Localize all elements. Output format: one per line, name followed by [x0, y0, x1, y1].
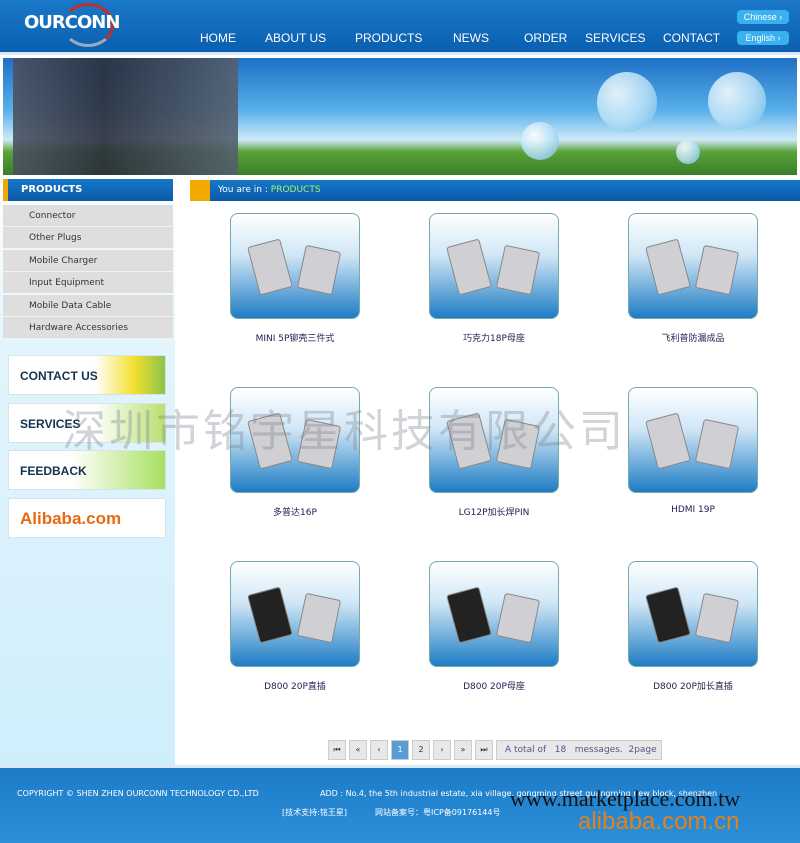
breadcrumb-current[interactable]: PRODUCTS [271, 185, 321, 195]
bubble-image [597, 72, 657, 132]
connector-part [296, 418, 342, 470]
product-name[interactable]: LG12P加长焊PIN [394, 505, 594, 518]
bubble-image [708, 72, 766, 130]
connector-part [446, 586, 492, 644]
hero-banner [3, 58, 797, 175]
connector-part [446, 412, 492, 470]
product-name[interactable]: 巧克力18P母座 [394, 331, 594, 344]
lang-english-button[interactable]: English › [737, 31, 789, 45]
footer: COPYRIGHT © SHEN ZHEN OURCONN TECHNOLOGY… [0, 765, 800, 843]
feedback-banner[interactable]: FEEDBACK [8, 450, 166, 490]
product-image[interactable] [429, 561, 559, 667]
connector-part [495, 592, 541, 644]
product-name[interactable]: MINI 5P铆壳三件式 [195, 331, 395, 344]
lang-label: English [745, 33, 776, 43]
sidebar: PRODUCTS Connector Other Plugs Mobile Ch… [0, 175, 175, 765]
connector-part [645, 586, 691, 644]
product-name[interactable]: D800 20P加长直插 [593, 679, 793, 692]
page-last-button[interactable]: ⏭ [475, 740, 493, 760]
tech-support-link[interactable]: [技术支持:铭王星] [282, 807, 347, 818]
sidebar-title: PRODUCTS [3, 179, 173, 201]
business-people-image [13, 58, 238, 175]
nav-products[interactable]: PRODUCTS [355, 31, 422, 45]
nav-contact[interactable]: CONTACT [663, 31, 720, 45]
product-image[interactable] [628, 213, 758, 319]
connector-part [446, 238, 492, 296]
lang-label: Chinese [743, 12, 777, 22]
product-image[interactable] [429, 213, 559, 319]
product-image[interactable] [628, 561, 758, 667]
connector-part [645, 238, 691, 296]
bubble-image [676, 140, 700, 164]
page-prev-button[interactable]: ‹ [370, 740, 388, 760]
sidebar-item-connector[interactable]: Connector [3, 205, 173, 227]
connector-part [495, 244, 541, 296]
connector-part [296, 244, 342, 296]
breadcrumb: You are in : PRODUCTS [190, 180, 800, 201]
nav-about[interactable]: ABOUT US [265, 31, 326, 45]
product-name[interactable]: HDMI 19P [593, 505, 793, 515]
product-name[interactable]: D800 20P母座 [394, 679, 594, 692]
page-next-button[interactable]: › [433, 740, 451, 760]
logo[interactable]: OURCONN [24, 12, 120, 33]
nav-news[interactable]: NEWS [453, 31, 489, 45]
connector-part [247, 238, 293, 296]
breadcrumb-prefix: You are in : [218, 185, 268, 195]
product-image[interactable] [230, 561, 360, 667]
nav-home[interactable]: HOME [200, 31, 236, 45]
nav-services[interactable]: SERVICES [585, 31, 645, 45]
alibaba-banner[interactable]: Alibaba.com [8, 498, 166, 538]
product-name[interactable]: D800 20P直插 [195, 679, 395, 692]
copyright: COPYRIGHT © SHEN ZHEN OURCONN TECHNOLOGY… [17, 789, 259, 798]
contact-us-banner[interactable]: CONTACT US [8, 355, 166, 395]
sidebar-item-mobile-data-cable[interactable]: Mobile Data Cable [3, 294, 173, 317]
product-image[interactable] [230, 213, 360, 319]
nav-order[interactable]: ORDER [524, 31, 567, 45]
icp-record: 网站备案号：粤ICP备09176144号 [375, 808, 501, 817]
category-menu: Connector Other Plugs Mobile Charger Inp… [3, 205, 173, 339]
product-image[interactable] [628, 387, 758, 493]
product-name[interactable]: 多普达16P [195, 505, 395, 518]
lang-chinese-button[interactable]: Chinese › [737, 10, 789, 24]
connector-part [495, 418, 541, 470]
services-banner[interactable]: SERVICES [8, 403, 166, 443]
page-number-button[interactable]: 1 [391, 740, 409, 760]
product-name[interactable]: 飞利普防漏成品 [593, 331, 793, 344]
page-first-button[interactable]: ⏮ [328, 740, 346, 760]
sidebar-item-other-plugs[interactable]: Other Plugs [3, 227, 173, 250]
page-prev-block-button[interactable]: « [349, 740, 367, 760]
sidebar-item-mobile-charger[interactable]: Mobile Charger [3, 249, 173, 272]
page-next-block-button[interactable]: » [454, 740, 472, 760]
product-image[interactable] [429, 387, 559, 493]
connector-part [694, 418, 740, 470]
connector-part [645, 412, 691, 470]
connector-part [694, 244, 740, 296]
connector-part [247, 586, 293, 644]
connector-part [296, 592, 342, 644]
connector-part [694, 592, 740, 644]
bubble-image [521, 122, 559, 160]
sidebar-item-input-equipment[interactable]: Input Equipment [3, 272, 173, 295]
product-image[interactable] [230, 387, 360, 493]
pagination-total: A total of 18 messages. 2page [496, 740, 662, 760]
sidebar-item-hardware-accessories[interactable]: Hardware Accessories [3, 316, 173, 339]
page-number-button[interactable]: 2 [412, 740, 430, 760]
address: ADD : No.4, the 5th industrial estate, x… [320, 789, 718, 798]
header: OURCONN HOME ABOUT US PRODUCTS NEWS ORDE… [0, 0, 800, 55]
connector-part [247, 412, 293, 470]
